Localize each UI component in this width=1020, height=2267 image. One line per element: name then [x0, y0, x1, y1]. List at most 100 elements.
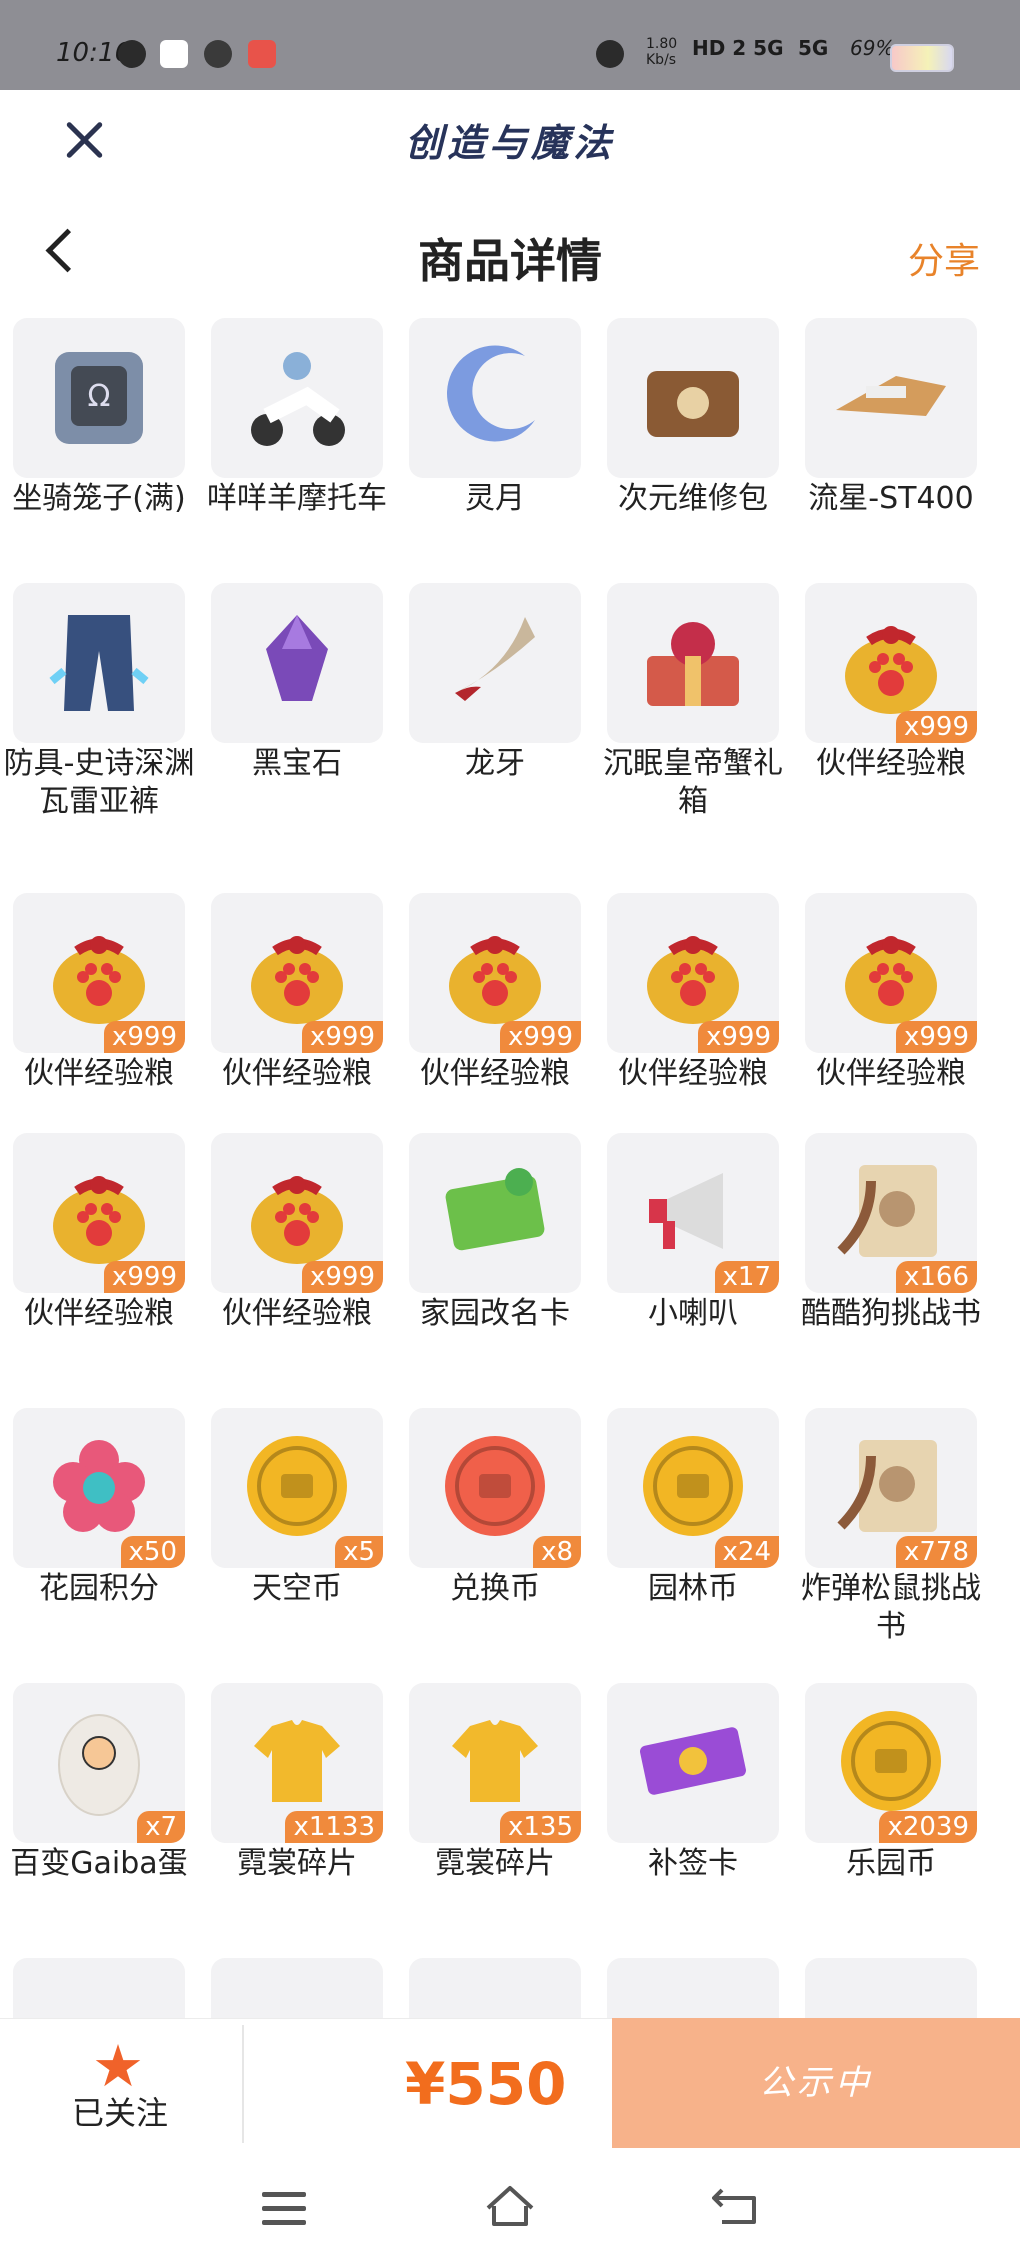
item-thumbnail-partial[interactable]	[13, 1958, 185, 2018]
price: ¥550	[405, 2050, 567, 2118]
item-thumbnail	[409, 318, 581, 478]
item-label: 小喇叭	[648, 1296, 738, 1331]
scooter-icon	[237, 336, 357, 460]
item-card[interactable]: 沉眠皇帝蟹礼箱	[594, 583, 792, 819]
megaphone-icon	[633, 1151, 753, 1275]
item-card[interactable]: 龙牙	[396, 583, 594, 783]
item-quantity-badge: x50	[120, 1536, 185, 1568]
item-card[interactable]: x7 百变Gaiba蛋	[0, 1683, 198, 1883]
home-icon[interactable]	[484, 2184, 536, 2228]
item-thumbnail: x999	[805, 583, 977, 743]
item-card[interactable]: 流星-ST400	[792, 318, 990, 518]
item-thumbnail: x135	[409, 1683, 581, 1843]
status-bar: 10:16 1.80 Kb/s HD 2 5G 5G 69%	[0, 0, 1020, 90]
item-card[interactable]: x999 伙伴经验粮	[396, 893, 594, 1093]
item-thumbnail-partial[interactable]	[607, 1958, 779, 2018]
item-thumbnail: x778	[805, 1408, 977, 1568]
item-quantity-badge: x778	[895, 1536, 977, 1568]
item-thumbnail-partial[interactable]	[211, 1958, 383, 2018]
item-label: 伙伴经验粮	[618, 1056, 768, 1091]
item-quantity-badge: x999	[697, 1021, 779, 1053]
cage-icon: Ω	[39, 336, 159, 460]
item-thumbnail: x999	[805, 893, 977, 1053]
item-thumbnail: x50	[13, 1408, 185, 1568]
wanted-scroll-icon	[831, 1426, 951, 1550]
item-card[interactable]: x166 酷酷狗挑战书	[792, 1133, 990, 1333]
black-gem-icon	[242, 601, 352, 725]
network-speed: 1.80 Kb/s	[646, 36, 678, 68]
item-label: 园林币	[648, 1571, 738, 1606]
item-card[interactable]: x999 伙伴经验粮	[198, 1133, 396, 1333]
rename-card-icon	[435, 1156, 555, 1270]
item-label: 天空币	[252, 1571, 342, 1606]
item-card[interactable]: x999 伙伴经验粮	[0, 893, 198, 1093]
wanted-scroll-icon	[831, 1151, 951, 1275]
item-card[interactable]: 咩咩羊摩托车	[198, 318, 396, 518]
item-thumbnail-partial[interactable]	[805, 1958, 977, 2018]
star-icon[interactable]: ★	[92, 2036, 144, 2096]
signal-2: 5G	[798, 36, 829, 60]
item-card[interactable]: 次元维修包	[594, 318, 792, 518]
park-coin-icon	[831, 1701, 951, 1825]
item-label: 霓裳碎片	[237, 1846, 357, 1881]
item-card[interactable]: x999 伙伴经验粮	[792, 893, 990, 1093]
item-thumbnail-partial[interactable]	[409, 1958, 581, 2018]
item-card[interactable]: x17 小喇叭	[594, 1133, 792, 1333]
item-card[interactable]: x999 伙伴经验粮	[198, 893, 396, 1093]
page-title: 商品详情	[418, 234, 602, 288]
item-card[interactable]: 家园改名卡	[396, 1133, 594, 1333]
item-label: 霓裳碎片	[435, 1846, 555, 1881]
item-card[interactable]: x135 霓裳碎片	[396, 1683, 594, 1883]
item-card[interactable]: 灵月	[396, 318, 594, 518]
item-card[interactable]: Ω 坐骑笼子(满)	[0, 318, 198, 518]
item-card[interactable]: x8 兑换币	[396, 1408, 594, 1608]
menu-icon[interactable]	[262, 2192, 306, 2226]
item-thumbnail: x999	[13, 1133, 185, 1293]
item-card[interactable]: x5 天空币	[198, 1408, 396, 1608]
item-label: 伙伴经验粮	[222, 1056, 372, 1091]
item-thumbnail: Ω	[13, 318, 185, 478]
alarm-icon	[596, 40, 624, 68]
item-label: 家园改名卡	[420, 1296, 570, 1331]
garden-coin-icon	[633, 1426, 753, 1550]
item-thumbnail: x999	[211, 893, 383, 1053]
system-back-icon[interactable]	[712, 2186, 760, 2226]
food-bag-icon	[831, 911, 951, 1035]
item-quantity-badge: x5	[335, 1536, 383, 1568]
item-card[interactable]: x999 伙伴经验粮	[594, 893, 792, 1093]
item-thumbnail	[409, 583, 581, 743]
follow-button[interactable]: 已关注	[60, 2088, 180, 2134]
item-label: 炸弹松鼠挑战书	[801, 1571, 981, 1644]
item-thumbnail	[805, 318, 977, 478]
buy-button[interactable]: 公示中	[612, 2018, 1020, 2148]
item-card[interactable]: x2039 乐园币	[792, 1683, 990, 1883]
item-card[interactable]: x24 园林币	[594, 1408, 792, 1608]
item-card[interactable]: 补签卡	[594, 1683, 792, 1883]
crescent-moon-icon	[435, 336, 555, 460]
share-button[interactable]: 分享	[908, 232, 980, 284]
item-card[interactable]: x778 炸弹松鼠挑战书	[792, 1408, 990, 1644]
item-card[interactable]: x1133 霓裳碎片	[198, 1683, 396, 1883]
item-thumbnail	[13, 583, 185, 743]
egg-icon	[44, 1701, 154, 1825]
gift-chest-icon	[633, 606, 753, 720]
item-quantity-badge: x24	[714, 1536, 779, 1568]
item-card[interactable]: 防具-史诗深渊瓦雷亚裤	[0, 583, 198, 819]
shirt-icon	[440, 1706, 550, 1820]
item-label: 灵月	[465, 481, 525, 516]
item-thumbnail: x5	[211, 1408, 383, 1568]
item-label: 花园积分	[39, 1571, 159, 1606]
item-thumbnail	[607, 583, 779, 743]
item-quantity-badge: x135	[499, 1811, 581, 1843]
item-card[interactable]: x999 伙伴经验粮	[792, 583, 990, 783]
sky-coin-icon	[237, 1426, 357, 1550]
item-label: 百变Gaiba蛋	[10, 1846, 188, 1881]
item-thumbnail	[211, 583, 383, 743]
item-card[interactable]: 黑宝石	[198, 583, 396, 783]
item-quantity-badge: x999	[103, 1021, 185, 1053]
item-card[interactable]: x999 伙伴经验粮	[0, 1133, 198, 1333]
item-thumbnail: x7	[13, 1683, 185, 1843]
battery-icon	[890, 44, 954, 72]
item-card[interactable]: x50 花园积分	[0, 1408, 198, 1608]
battery-percent: 69%	[850, 36, 895, 60]
